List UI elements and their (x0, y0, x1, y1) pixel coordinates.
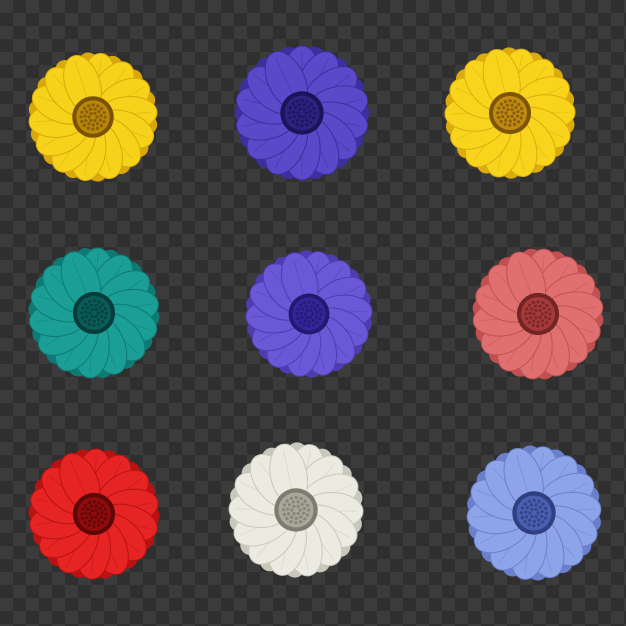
lavender-daisy-middle (234, 239, 384, 389)
flower-graphic (228, 442, 364, 578)
white-daisy-bottom-center (221, 435, 371, 585)
yellow-daisy-top-right (435, 38, 585, 188)
violet-daisy-top-center (227, 38, 377, 188)
flower-graphic (245, 250, 373, 378)
flower-graphic (28, 247, 160, 379)
flower-graphic (444, 47, 576, 179)
red-daisy-bottom-left (19, 439, 169, 589)
periwinkle-daisy-bottom-right (459, 438, 609, 588)
pink-daisy-middle-right (463, 239, 613, 389)
flower-graphic (28, 52, 158, 182)
flower-graphic (466, 445, 602, 581)
yellow-daisy-top-left (18, 42, 168, 192)
flower-graphic (234, 45, 370, 181)
flower-graphic (472, 248, 604, 380)
teal-daisy-middle-left (19, 238, 169, 388)
flower-graphic (28, 448, 160, 580)
transparency-checkerboard-background (0, 0, 626, 626)
